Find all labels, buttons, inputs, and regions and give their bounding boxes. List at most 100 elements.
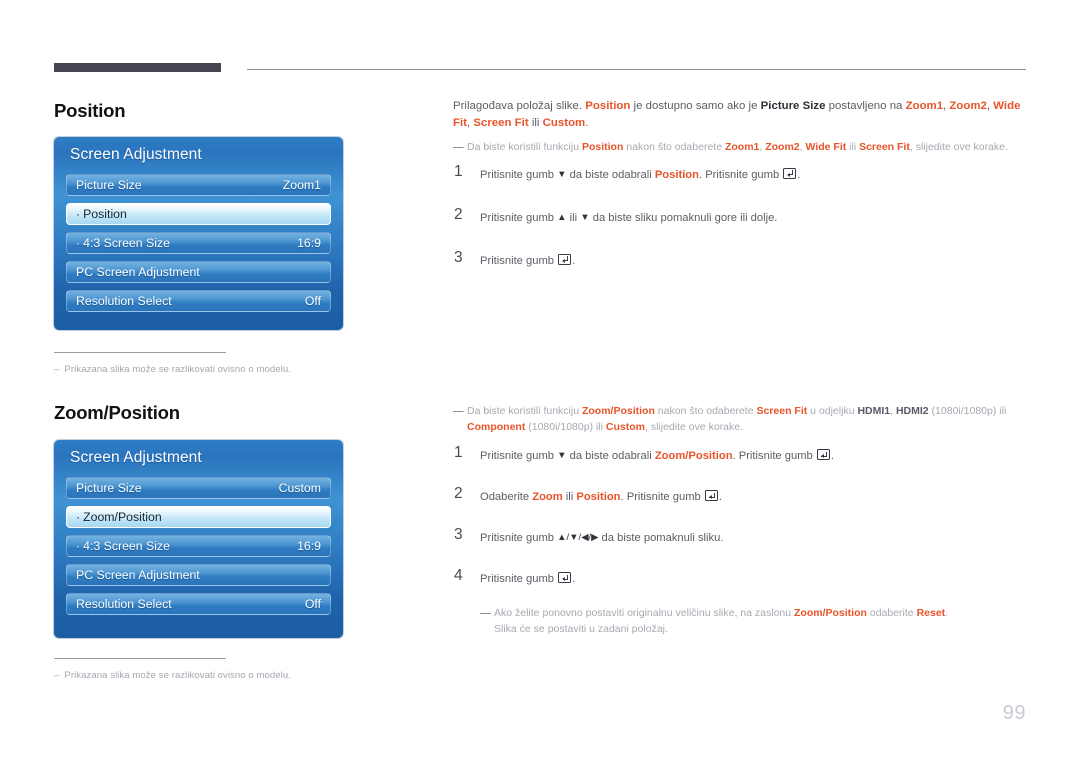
step-text-1: Pritisnite gumb xyxy=(480,254,558,267)
osd-title: Screen Adjustment xyxy=(70,146,202,163)
intro-text-2: je dostupno samo ako je xyxy=(630,100,761,112)
enter-key-icon xyxy=(783,167,797,179)
osd-panel-position: Screen Adjustment Picture Size Zoom1 · P… xyxy=(54,137,343,330)
tip2-text-2: nakon što odaberete xyxy=(654,405,757,417)
arrow-up-icon: ▲ xyxy=(557,211,567,223)
tip2-text-5: (1080i/1080p) ili xyxy=(928,405,1007,417)
step-text-3: . Pritisnite gumb xyxy=(698,168,783,181)
footnote-body: Prikazana slika može se razlikovati ovis… xyxy=(64,364,291,375)
intro-text-7: ili xyxy=(528,116,543,129)
footnote-text: – Prikazana slika može se razlikovati ovi… xyxy=(54,364,384,375)
steps-list-2: 1 Pritisnite gumb ▼ da biste odabrali Zoo… xyxy=(453,444,1028,637)
tip1-text-5: ili xyxy=(846,141,860,153)
tip-line-1: — Da biste koristili funkciju Position na… xyxy=(453,140,1028,156)
step-number: 4 xyxy=(454,567,463,584)
step-text-2: ili xyxy=(562,491,577,503)
osd-row-value: Off xyxy=(304,597,321,611)
osd-row-pc-screen-adjustment[interactable]: PC Screen Adjustment xyxy=(66,564,331,586)
osd-row-label: Resolution Select xyxy=(76,597,172,611)
keyword-custom: Custom xyxy=(605,420,645,433)
keyword-hdmi2: HDMI2 xyxy=(895,405,929,417)
tip3-text-2: odaberite xyxy=(866,607,917,619)
step-text-3: . Pritisnite gumb xyxy=(732,450,816,462)
osd-row-value: Off xyxy=(304,294,321,308)
osd-row-bullet: · xyxy=(76,207,81,221)
osd-row-picture-size[interactable]: Picture Size Custom xyxy=(66,477,331,499)
step-text-2: da biste odabrali xyxy=(566,168,655,181)
osd-row-bullet: · xyxy=(76,510,81,524)
tip-line-3: — Ako želite ponovno postaviti originalnu… xyxy=(453,606,1028,637)
tip3-text-1: Ako želite ponovno postaviti originalnu … xyxy=(494,607,795,619)
osd-row-resolution-select[interactable]: Resolution Select Off xyxy=(66,593,331,615)
header-rule-bar xyxy=(54,63,221,72)
step-item: 3 Pritisnite gumb . xyxy=(453,248,1028,274)
step-text-1: Pritisnite gumb xyxy=(480,532,558,544)
body-column: Prilagođava položaj slike. Position je d… xyxy=(453,98,1028,296)
arrow-down-icon: ▼ xyxy=(557,450,567,461)
keyword-screen-fit: Screen Fit xyxy=(756,405,808,417)
header-rule-line xyxy=(247,69,1026,70)
page-number: 99 xyxy=(1002,702,1026,724)
step-number: 1 xyxy=(454,444,463,461)
keyword-zoom1: Zoom1 xyxy=(905,100,944,112)
steps-list-1: 1 Pritisnite gumb ▼ da biste odabrali Pos… xyxy=(453,163,1028,274)
osd-row-label: Position xyxy=(83,207,127,221)
step-number: 2 xyxy=(454,485,463,502)
osd-row-label: Picture Size xyxy=(76,481,142,495)
footnote-block-1: – Prikazana slika može se razlikovati ovi… xyxy=(54,352,384,375)
tip2-text-3: u odjeljku xyxy=(807,405,858,417)
manual-page: Position Screen Adjustment Picture Size … xyxy=(0,0,1080,763)
keyword-zoom1: Zoom1 xyxy=(724,141,760,153)
osd-row-label: Resolution Select xyxy=(76,294,172,308)
osd-row-label: PC Screen Adjustment xyxy=(76,265,200,279)
step-text-2: da biste pomaknuli sliku. xyxy=(598,532,724,544)
keyword-wide-fit: Wide Fit xyxy=(805,141,847,153)
osd-row-value: 16:9 xyxy=(297,236,321,250)
step-item: 3 Pritisnite gumb ▲/▼/◀/▶ da biste pomakn… xyxy=(453,526,1028,551)
step-text-2: . xyxy=(572,573,576,585)
osd-row-pc-screen-adjustment[interactable]: PC Screen Adjustment xyxy=(66,261,331,283)
step-text-1: Odaberite xyxy=(480,491,533,503)
keyword-zoom2: Zoom2 xyxy=(765,141,800,153)
footnote-text: – Prikazana slika može se razlikovati ovi… xyxy=(54,670,384,681)
footnote-block-2: – Prikazana slika može se razlikovati ovi… xyxy=(54,658,384,681)
enter-key-icon xyxy=(558,572,572,583)
step-text-4: . xyxy=(830,450,834,462)
osd-row-zoom-position[interactable]: · Zoom/Position xyxy=(66,506,331,528)
tip-dash-icon: — xyxy=(453,141,464,153)
step-text-1: Pritisnite gumb xyxy=(480,450,558,462)
osd-row-position[interactable]: · Position xyxy=(66,203,331,225)
osd-row-43-screen-size[interactable]: · 4:3 Screen Size 16:9 xyxy=(66,232,331,254)
osd-row-value: Custom xyxy=(278,481,321,495)
osd-title: Screen Adjustment xyxy=(70,449,202,466)
tip2-text-1: Da biste koristili funkciju xyxy=(467,405,582,417)
keyword-position: Position xyxy=(654,168,699,181)
step-text-2: ili xyxy=(566,211,581,224)
step-number: 3 xyxy=(454,248,463,266)
enter-key-icon xyxy=(558,253,572,265)
osd-panel-zoom-position: Screen Adjustment Picture Size Custom · … xyxy=(54,440,343,638)
header-rule xyxy=(54,63,1026,73)
osd-row-label: Picture Size xyxy=(76,178,142,192)
keyword-position: Position xyxy=(576,491,621,503)
osd-row-resolution-select[interactable]: Resolution Select Off xyxy=(66,290,331,312)
step-number: 2 xyxy=(454,205,463,223)
step-text-3: . Pritisnite gumb xyxy=(620,491,704,503)
step-text-4: . xyxy=(797,168,801,181)
arrow-down-icon: ▼ xyxy=(580,211,590,223)
keyword-screen-fit: Screen Fit xyxy=(859,141,910,153)
osd-row-43-screen-size[interactable]: · 4:3 Screen Size 16:9 xyxy=(66,535,331,557)
osd-row-label: PC Screen Adjustment xyxy=(76,568,200,582)
tip-dash-icon: — xyxy=(480,607,491,619)
tip2-text-7: , slijedite ove korake. xyxy=(644,420,744,433)
osd-row-value: 16:9 xyxy=(297,539,321,553)
step-number: 3 xyxy=(454,526,463,543)
keyword-picture-size: Picture Size xyxy=(760,100,826,112)
tip1-text-1: Da biste koristili funkciju xyxy=(467,141,582,153)
keyword-component: Component xyxy=(467,420,526,433)
step-text-1: Pritisnite gumb xyxy=(480,168,558,181)
tip1-text-2: nakon što odaberete xyxy=(623,141,725,153)
body-column-2: — Da biste koristili funkciju Zoom/Positi… xyxy=(453,404,1028,637)
osd-row-picture-size[interactable]: Picture Size Zoom1 xyxy=(66,174,331,196)
keyword-screen-fit: Screen Fit xyxy=(473,116,529,129)
